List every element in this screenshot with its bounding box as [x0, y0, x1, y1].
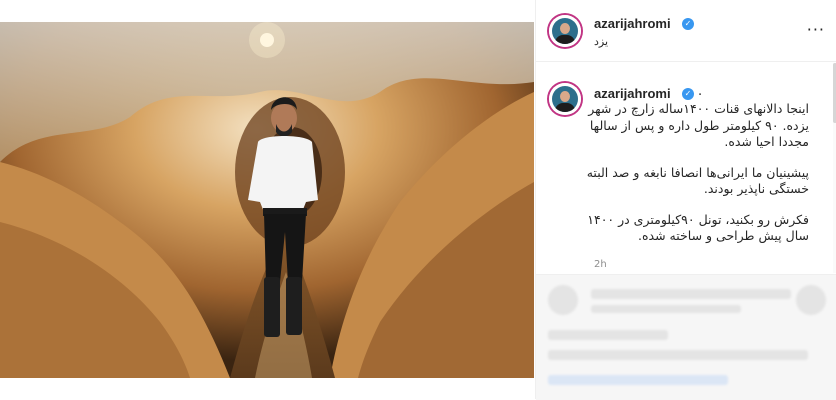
blurred-comments-area	[536, 274, 836, 400]
caption-username[interactable]: azarijahromi	[594, 86, 671, 101]
post-location[interactable]: یزد	[594, 35, 608, 48]
caption-author-avatar[interactable]	[549, 83, 581, 115]
author-avatar[interactable]	[549, 15, 581, 47]
caption-section: azarijahromi ✓ . اینجا دالانهای قنات ۱۴۰…	[536, 63, 836, 273]
post-timestamp[interactable]: 2h	[594, 259, 607, 270]
post-details-panel: azarijahromi ✓ یزد ··· azarijahromi ✓ . …	[535, 0, 836, 400]
verified-badge-icon: ✓	[682, 18, 694, 30]
caption-verified-badge-icon: ✓	[682, 88, 694, 100]
caption-text: اینجا دالانهای قنات ۱۴۰۰ساله زارچ در شهر…	[581, 101, 809, 259]
author-username[interactable]: azarijahromi	[594, 16, 671, 31]
caption-paragraph: اینجا دالانهای قنات ۱۴۰۰ساله زارچ در شهر…	[588, 101, 809, 149]
more-options-icon[interactable]: ···	[807, 20, 825, 39]
post-photo[interactable]	[0, 22, 534, 378]
caption-paragraph: پیشینیان ما ایرانی‌ها انصافا نابغه و صد …	[586, 164, 809, 197]
post-header: azarijahromi ✓ یزد ···	[536, 0, 836, 62]
caption-dot: .	[698, 84, 703, 99]
tunnel-photo-illustration	[0, 22, 534, 378]
caption-paragraph: فکرش رو بکنید، تونل ۹۰کیلومتری در ۱۴۰۰ س…	[587, 211, 809, 244]
